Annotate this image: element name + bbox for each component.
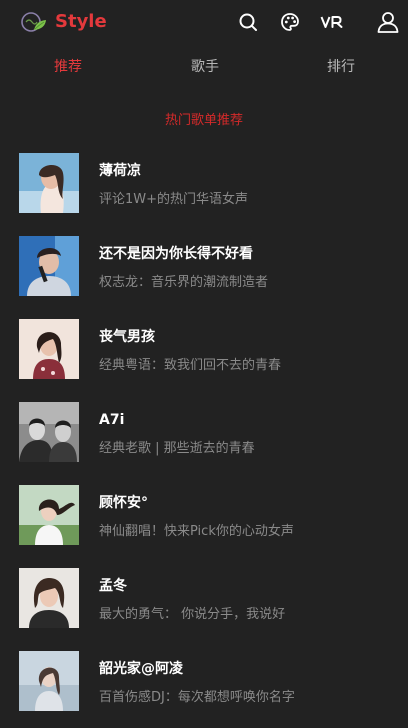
playlist-subtitle: 经典粤语：致我们回不去的青春 (99, 358, 282, 373)
playlist-subtitle: 神仙翻唱！快来Pick你的心动女声 (99, 524, 294, 539)
palette-icon[interactable] (279, 11, 301, 33)
playlist-subtitle: 权志龙：音乐界的潮流制造者 (99, 275, 269, 290)
section-title: 热门歌单推荐 (164, 113, 243, 128)
playlist-subtitle: 百首伤感DJ：每次都想呼唤你名字 (99, 690, 295, 705)
playlist-cover (19, 485, 79, 545)
tab-singers[interactable]: 歌手 (191, 56, 219, 78)
playlist-title: 孟冬 (99, 578, 127, 594)
playlist-cover (19, 402, 79, 462)
playlist-item[interactable]: 韶光家@阿凌 百首伤感DJ：每次都想呼唤你名字 (0, 651, 408, 713)
playlist-title: 薄荷凉 (99, 163, 141, 179)
playlist-subtitle: 评论1W+的热门华语女声 (99, 192, 249, 207)
tab-bar: 推荐 歌手 排行 (0, 56, 408, 80)
playlist-title: 丧气男孩 (99, 329, 155, 345)
header: Style (0, 0, 408, 44)
playlist-subtitle: 最大的勇气： 你说分手，我说好 (99, 607, 286, 622)
playlist-cover (19, 153, 79, 213)
search-icon[interactable] (237, 11, 259, 33)
vr-icon[interactable] (320, 11, 344, 33)
playlist-title: 顾怀安° (99, 495, 148, 511)
app-root: Style 推荐 歌手 排行 热门歌单推荐 薄荷凉 评论1W+的热门华语女声 还… (0, 0, 408, 728)
playlist-title: 韶光家@阿凌 (99, 661, 183, 677)
playlist-item[interactable]: 丧气男孩 经典粤语：致我们回不去的青春 (0, 319, 408, 381)
user-icon[interactable] (376, 10, 400, 33)
playlist-title: A7i (99, 412, 125, 428)
playlist-item[interactable]: 顾怀安° 神仙翻唱！快来Pick你的心动女声 (0, 485, 408, 547)
playlist-cover (19, 319, 79, 379)
tab-recommend[interactable]: 推荐 (54, 56, 82, 78)
playlist-cover (19, 236, 79, 296)
playlist-cover (19, 568, 79, 628)
playlist-item[interactable]: 孟冬 最大的勇气： 你说分手，我说好 (0, 568, 408, 630)
playlist-subtitle: 经典老歌 | 那些逝去的青春 (99, 441, 255, 456)
playlist-item[interactable]: 还不是因为你长得不好看 权志龙：音乐界的潮流制造者 (0, 236, 408, 298)
playlist-cover (19, 651, 79, 711)
playlist-item[interactable]: 薄荷凉 评论1W+的热门华语女声 (0, 153, 408, 215)
brand-name: Style (55, 11, 107, 32)
playlist-title: 还不是因为你长得不好看 (99, 246, 253, 262)
tab-rankings[interactable]: 排行 (327, 56, 355, 78)
playlist-item[interactable]: A7i 经典老歌 | 那些逝去的青春 (0, 402, 408, 464)
logo-icon[interactable] (20, 10, 48, 34)
